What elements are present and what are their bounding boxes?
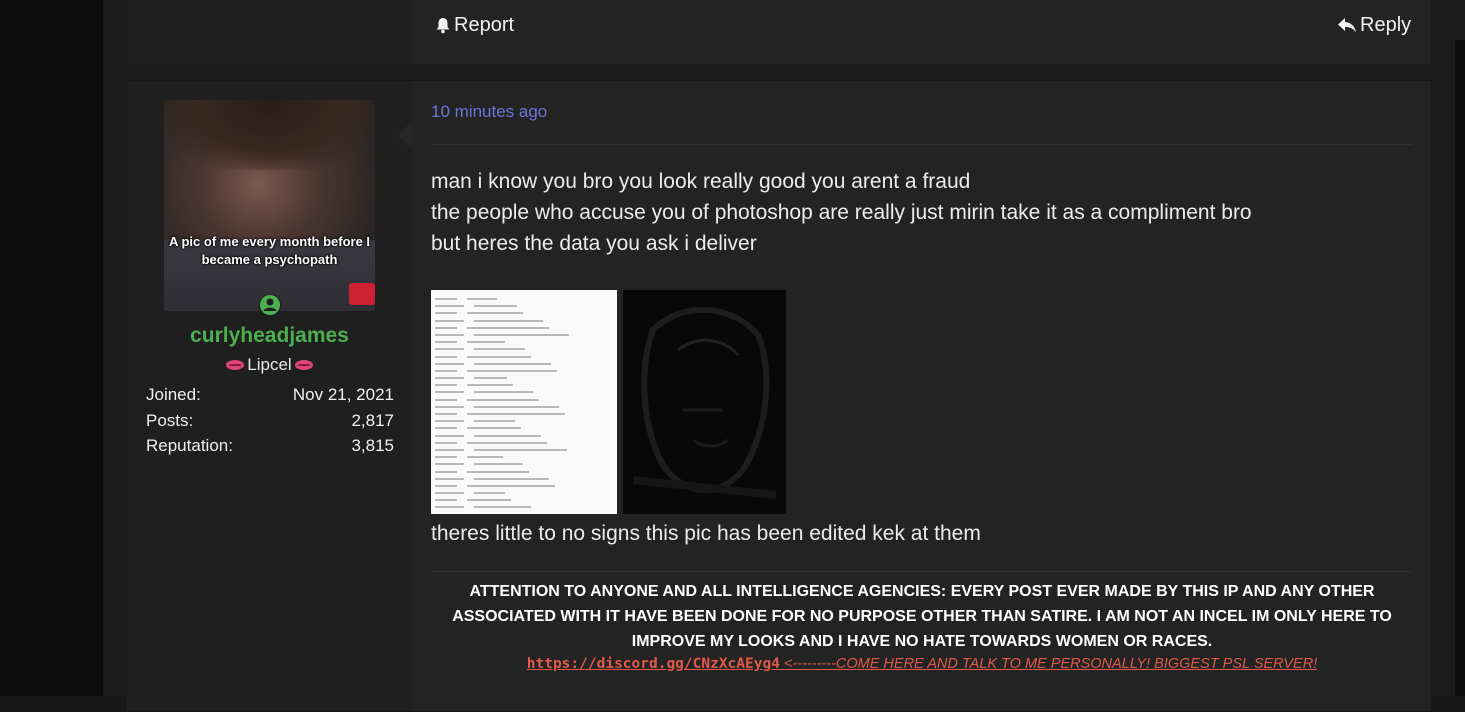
attachment-exif-image[interactable]	[431, 290, 617, 514]
signature-link-suffix: <---------COME HERE AND TALK TO ME PERSO…	[779, 656, 1318, 672]
avatar[interactable]: A pic of me every month before I became …	[164, 100, 375, 311]
stat-value: 2,817	[351, 410, 394, 430]
post-pointer-arrow	[398, 121, 412, 149]
exif-text-line	[435, 447, 617, 453]
exif-text-line	[435, 303, 617, 309]
previous-post-user-column	[127, 0, 412, 64]
exif-text-line	[435, 497, 617, 503]
exif-text-line	[435, 296, 617, 302]
previous-post-footer: Report Reply	[126, 0, 1432, 65]
username-link[interactable]: curlyheadjames	[127, 324, 412, 348]
stat-posts: Posts: 2,817	[146, 410, 394, 436]
reply-arrow-icon	[1338, 18, 1356, 33]
exif-text-line	[435, 310, 617, 316]
exif-text-line	[435, 504, 617, 510]
page-scrollbar[interactable]	[1455, 40, 1465, 696]
exif-text-line	[435, 476, 617, 482]
exif-text-line	[435, 382, 617, 388]
exif-text-line	[435, 346, 617, 352]
exif-text-line	[435, 339, 617, 345]
exif-text-line	[435, 483, 617, 489]
exif-text-line	[435, 354, 617, 360]
forum-post: A pic of me every month before I became …	[126, 80, 1432, 712]
left-gutter	[0, 0, 103, 696]
exif-text-line	[435, 375, 617, 381]
message-line: the people who accuse you of photoshop a…	[431, 201, 1252, 224]
stat-label: Reputation:	[146, 436, 233, 455]
post-message-after: theres little to no signs this pic has b…	[431, 522, 981, 545]
attachment-ela-image[interactable]	[623, 290, 786, 514]
signature-link-line: https://discord.gg/CNzXcAEyg4 <---------…	[431, 656, 1413, 672]
exif-text-line	[435, 361, 617, 367]
report-button[interactable]: Report	[435, 14, 514, 37]
stat-reputation: Reputation: 3,815	[146, 435, 394, 461]
exif-text-line	[435, 440, 617, 446]
avatar-patch	[349, 283, 375, 305]
stat-label: Joined:	[146, 385, 201, 404]
reply-button[interactable]: Reply	[1337, 14, 1411, 37]
exif-text-line	[435, 332, 617, 338]
user-info-column: A pic of me every month before I became …	[127, 81, 412, 711]
signature-notice: ATTENTION TO ANYONE AND ALL INTELLIGENCE…	[452, 583, 1392, 650]
stat-value: 3,815	[351, 436, 394, 455]
online-status-icon	[259, 294, 281, 316]
exif-text-line	[435, 389, 617, 395]
exif-text-line	[435, 325, 617, 331]
exif-text-line	[435, 469, 617, 475]
message-line: but heres the data you ask i deliver	[431, 232, 757, 255]
stat-joined: Joined: Nov 21, 2021	[146, 384, 394, 410]
signature-divider	[431, 571, 1413, 572]
reply-label: Reply	[1360, 14, 1412, 36]
exif-text-line	[435, 433, 617, 439]
exif-text-line	[435, 454, 617, 460]
exif-text-line	[435, 425, 617, 431]
exif-text-line	[435, 411, 617, 417]
lips-icon	[226, 360, 245, 370]
post-timestamp[interactable]: 10 minutes ago	[431, 102, 547, 122]
exif-text-line	[435, 404, 617, 410]
message-line: man i know you bro you look really good …	[431, 170, 971, 193]
exif-text-line	[435, 490, 617, 496]
exif-text-line	[435, 418, 617, 424]
report-label: Report	[454, 14, 515, 36]
user-title: Lipcel	[127, 355, 412, 375]
stat-value: Nov 21, 2021	[292, 385, 394, 404]
avatar-caption: A pic of me every month before I became …	[168, 234, 371, 267]
user-stats: Joined: Nov 21, 2021 Posts: 2,817 Reputa…	[146, 384, 394, 461]
divider	[431, 144, 1413, 145]
exif-text-line	[435, 318, 617, 324]
user-title-label: Lipcel	[247, 355, 292, 374]
post-message: man i know you bro you look really good …	[431, 166, 1391, 259]
lips-icon	[294, 360, 313, 370]
avatar-hair	[164, 100, 375, 170]
stat-label: Posts:	[146, 410, 194, 430]
exif-text-line	[435, 368, 617, 374]
discord-link[interactable]: https://discord.gg/CNzXcAEyg4	[527, 656, 780, 672]
exif-text-line	[435, 461, 617, 467]
bell-icon	[436, 18, 450, 34]
exif-text-line	[435, 397, 617, 403]
